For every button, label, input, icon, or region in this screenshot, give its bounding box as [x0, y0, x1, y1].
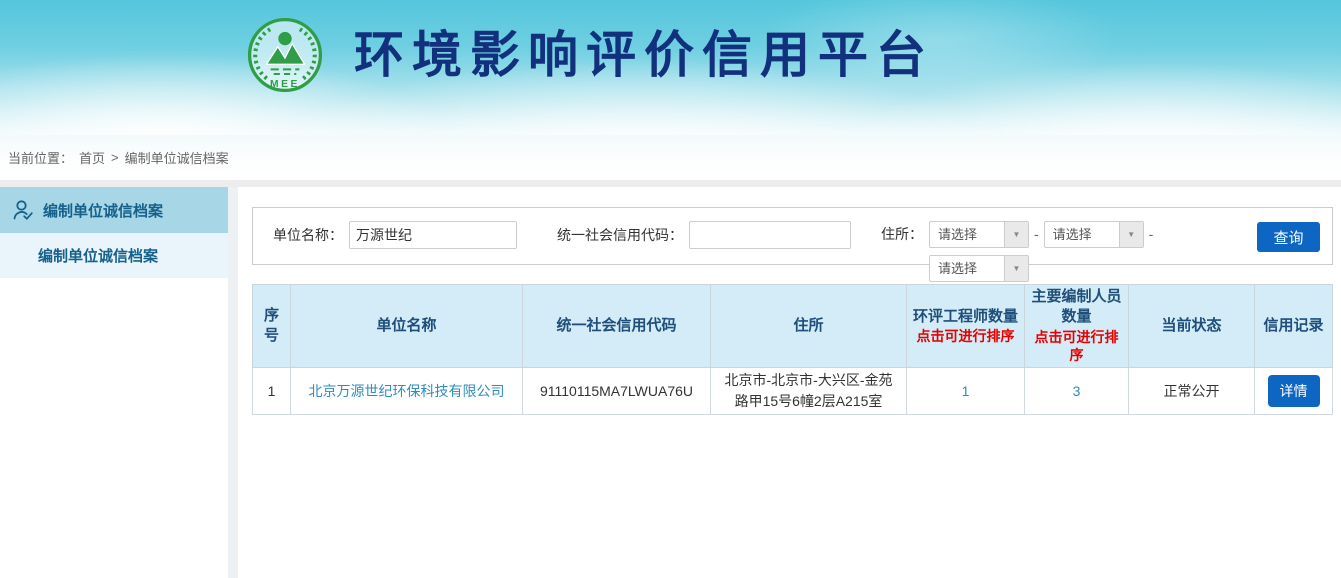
engineer-sort-hint[interactable]: 点击可进行排序	[911, 327, 1020, 346]
credit-code-field: 统一社会信用代码：	[557, 221, 851, 249]
dropdown-arrow-icon[interactable]: ▼	[1119, 222, 1143, 247]
district-select[interactable]: 请选择 ▼	[929, 255, 1029, 282]
sidebar-group-credit-archive[interactable]: 编制单位诚信档案	[0, 187, 228, 233]
content-area: 编制单位诚信档案 编制单位诚信档案 单位名称： 统一社会信用代码： 住所： 请选…	[0, 187, 1341, 578]
sidebar-item-label: 编制单位诚信档案	[38, 245, 158, 266]
address-label: 住所：	[881, 221, 923, 248]
breadcrumb-separator: >	[111, 150, 119, 165]
table-row: 1 北京万源世纪环保科技有限公司 91110115MA7LWUA76U 北京市-…	[253, 368, 1333, 415]
dropdown-arrow-icon[interactable]: ▼	[1004, 256, 1028, 281]
detail-button[interactable]: 详情	[1268, 375, 1320, 407]
breadcrumb-prefix: 当前位置：	[8, 148, 73, 167]
address-dash: -	[1149, 221, 1154, 248]
site-title: 环境影响评价信用平台	[354, 30, 934, 80]
breadcrumb-home-link[interactable]: 首页	[79, 148, 105, 167]
result-table: 序号 单位名称 统一社会信用代码 住所 环评工程师数量 点击可进行排序 主要编制…	[252, 284, 1333, 415]
engineer-header-label: 环评工程师数量	[913, 308, 1018, 325]
province-select[interactable]: 请选择 ▼	[929, 221, 1029, 248]
staff-count-link[interactable]: 3	[1073, 383, 1081, 399]
mee-logo-icon: MEE	[246, 16, 324, 94]
col-credit-header: 信用记录	[1255, 285, 1333, 368]
mee-logo-text: MEE	[270, 79, 300, 90]
credit-code-label: 统一社会信用代码：	[557, 225, 683, 245]
brand: MEE 环境影响评价信用平台	[0, 0, 1341, 94]
search-panel: 单位名称： 统一社会信用代码： 住所： 请选择 ▼ - 请选择 ▼	[252, 207, 1333, 265]
row-address: 北京市-北京市-大兴区-金苑路甲15号6幢2层A215室	[711, 368, 907, 415]
col-engineer-header[interactable]: 环评工程师数量 点击可进行排序	[907, 285, 1025, 368]
credit-code-input[interactable]	[689, 221, 851, 249]
staff-sort-hint[interactable]: 点击可进行排序	[1029, 328, 1124, 366]
breadcrumb: 当前位置： 首页 > 编制单位诚信档案	[0, 135, 1341, 180]
sidebar: 编制单位诚信档案 编制单位诚信档案	[0, 187, 228, 578]
company-name-label: 单位名称：	[273, 225, 343, 245]
table-header-row: 序号 单位名称 统一社会信用代码 住所 环评工程师数量 点击可进行排序 主要编制…	[253, 285, 1333, 368]
col-staff-header[interactable]: 主要编制人员数量 点击可进行排序	[1025, 285, 1129, 368]
address-dash: -	[1034, 221, 1039, 248]
col-address-header: 住所	[711, 285, 907, 368]
row-seq: 1	[253, 368, 291, 415]
site-header: MEE 环境影响评价信用平台	[0, 0, 1341, 135]
row-status: 正常公开	[1129, 368, 1255, 415]
address-selects: 请选择 ▼ - 请选择 ▼ - 请选择 ▼	[929, 221, 1167, 282]
col-code-header: 统一社会信用代码	[523, 285, 711, 368]
staff-header-label: 主要编制人员数量	[1031, 288, 1121, 325]
company-name-field: 单位名称：	[273, 221, 517, 249]
province-select-value: 请选择	[930, 222, 1004, 247]
col-name-header: 单位名称	[291, 285, 523, 368]
row-credit-code: 91110115MA7LWUA76U	[523, 368, 711, 415]
sidebar-group-label: 编制单位诚信档案	[43, 200, 163, 221]
breadcrumb-current-link[interactable]: 编制单位诚信档案	[125, 148, 229, 167]
col-seq-header: 序号	[253, 285, 291, 368]
sidebar-item-credit-archive[interactable]: 编制单位诚信档案	[0, 233, 228, 278]
main-panel: 单位名称： 统一社会信用代码： 住所： 请选择 ▼ - 请选择 ▼	[238, 187, 1341, 578]
company-name-input[interactable]	[349, 221, 517, 249]
header-divider	[0, 180, 1341, 187]
district-select-value: 请选择	[930, 256, 1004, 281]
search-button[interactable]: 查询	[1257, 222, 1320, 252]
engineer-count-link[interactable]: 1	[962, 383, 970, 399]
address-field: 住所： 请选择 ▼ - 请选择 ▼ - 请选择 ▼	[881, 221, 1167, 249]
col-status-header: 当前状态	[1129, 285, 1255, 368]
city-select[interactable]: 请选择 ▼	[1044, 221, 1144, 248]
dropdown-arrow-icon[interactable]: ▼	[1004, 222, 1028, 247]
city-select-value: 请选择	[1045, 222, 1119, 247]
sidebar-divider	[228, 187, 238, 578]
user-check-icon	[12, 199, 34, 221]
company-name-link[interactable]: 北京万源世纪环保科技有限公司	[309, 383, 505, 399]
